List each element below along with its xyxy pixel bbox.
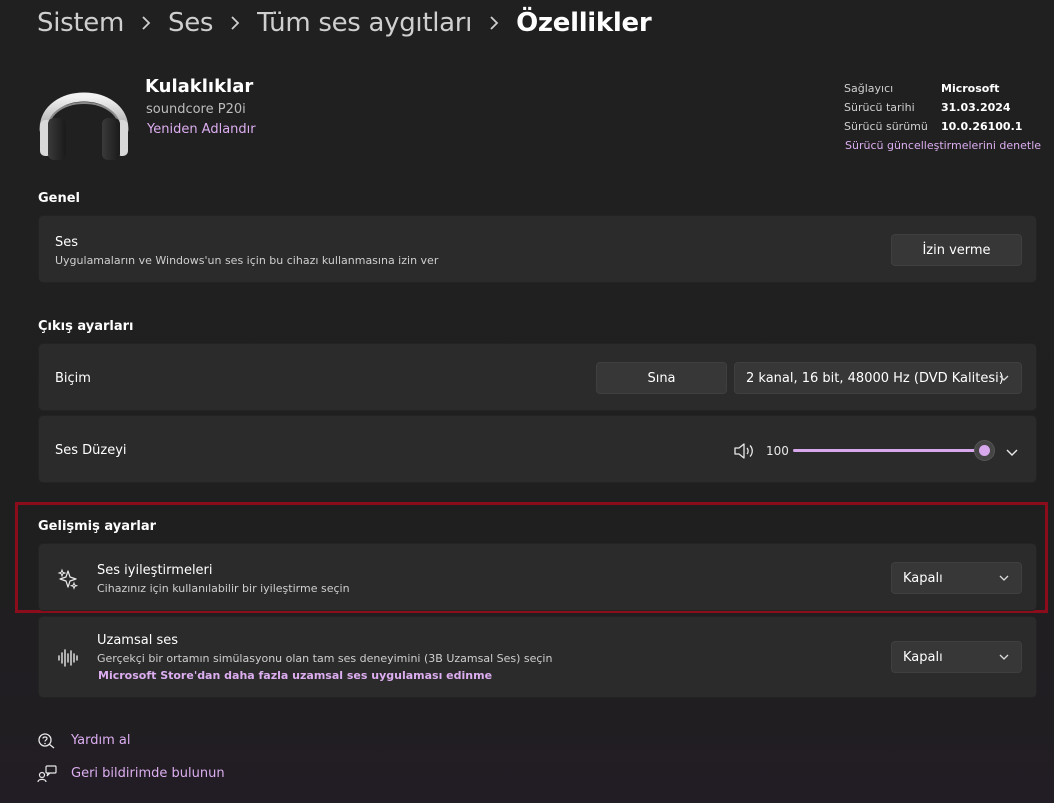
feedback-icon xyxy=(37,765,57,783)
audio-enhancements-title: Ses iyileştirmeleri xyxy=(97,563,213,578)
format-dropdown[interactable]: 2 kanal, 16 bit, 48000 Hz (DVD Kalitesi) xyxy=(734,362,1022,394)
help-icon xyxy=(37,732,57,750)
spatial-audio-value: Kapalı xyxy=(903,649,943,665)
audio-allow-card: Ses Uygulamaların ve Windows'un ses için… xyxy=(38,215,1037,283)
general-section-title: Genel xyxy=(38,191,81,206)
waveform-icon xyxy=(57,648,79,668)
chevron-right-icon xyxy=(213,3,257,43)
breadcrumb: Sistem Ses Tüm ses aygıtları Özellikler xyxy=(37,3,652,43)
spatial-audio-title: Uzamsal ses xyxy=(97,633,178,648)
driver-date-value: 31.03.2024 xyxy=(941,101,1011,114)
breadcrumb-item-ses[interactable]: Ses xyxy=(168,8,213,38)
output-section-title: Çıkış ayarları xyxy=(38,319,134,334)
spatial-audio-dropdown[interactable]: Kapalı xyxy=(891,641,1022,673)
volume-value: 100 xyxy=(766,444,789,458)
audio-title: Ses xyxy=(55,235,79,250)
provider-value: Microsoft xyxy=(941,82,1000,95)
breadcrumb-item-sistem[interactable]: Sistem xyxy=(37,8,124,38)
volume-label: Ses Düzeyi xyxy=(55,443,127,458)
headphones-icon xyxy=(38,68,130,164)
microsoft-store-link[interactable]: Microsoft Store'dan daha fazla uzamsal s… xyxy=(98,669,492,682)
advanced-section-title: Gelişmiş ayarlar xyxy=(38,519,157,534)
sparkle-icon xyxy=(57,568,79,590)
rename-link[interactable]: Yeniden Adlandır xyxy=(147,122,256,137)
device-model: soundcore P20i xyxy=(146,102,246,117)
help-link[interactable]: Yardım al xyxy=(71,733,130,748)
format-dropdown-value: 2 kanal, 16 bit, 48000 Hz (DVD Kalitesi) xyxy=(746,370,1004,386)
chevron-right-icon xyxy=(124,3,168,43)
page-title: Özellikler xyxy=(516,8,652,38)
driver-date-label: Sürücü tarihi xyxy=(844,101,915,114)
audio-enhancements-value: Kapalı xyxy=(903,570,943,586)
volume-slider-thumb[interactable] xyxy=(974,440,995,461)
chevron-down-icon xyxy=(999,575,1009,581)
breadcrumb-item-all-devices[interactable]: Tüm ses aygıtları xyxy=(257,8,472,38)
feedback-link[interactable]: Geri bildirimde bulunun xyxy=(71,766,225,781)
speaker-icon[interactable] xyxy=(733,442,755,460)
spatial-audio-description: Gerçekçi bir ortamın simülasyonu olan ta… xyxy=(97,652,553,665)
check-driver-updates-link[interactable]: Sürücü güncelleştirmelerini denetle xyxy=(845,139,1041,152)
format-label: Biçim xyxy=(55,371,91,386)
provider-label: Sağlayıcı xyxy=(844,82,894,95)
driver-version-value: 10.0.26100.1 xyxy=(941,120,1023,133)
chevron-down-icon xyxy=(999,375,1009,381)
chevron-down-icon[interactable] xyxy=(1005,444,1019,456)
disallow-button[interactable]: İzin verme xyxy=(891,234,1022,266)
volume-slider-thumb-dot xyxy=(979,445,990,456)
format-card: Biçim Sına 2 kanal, 16 bit, 48000 Hz (DV… xyxy=(38,343,1037,411)
audio-enhancements-card: Ses iyileştirmeleri Cihazınız için kulla… xyxy=(38,543,1037,611)
device-name: Kulaklıklar xyxy=(145,76,254,97)
chevron-right-icon xyxy=(472,3,516,43)
audio-enhancements-description: Cihazınız için kullanılabilir bir iyileş… xyxy=(97,582,350,595)
test-button[interactable]: Sına xyxy=(596,362,727,394)
volume-slider-track[interactable] xyxy=(793,449,985,452)
spatial-audio-card: Uzamsal ses Gerçekçi bir ortamın simülas… xyxy=(38,616,1037,698)
audio-description: Uygulamaların ve Windows'un ses için bu … xyxy=(55,254,439,267)
driver-version-label: Sürücü sürümü xyxy=(844,120,928,133)
audio-enhancements-dropdown[interactable]: Kapalı xyxy=(891,562,1022,594)
chevron-down-icon xyxy=(999,654,1009,660)
